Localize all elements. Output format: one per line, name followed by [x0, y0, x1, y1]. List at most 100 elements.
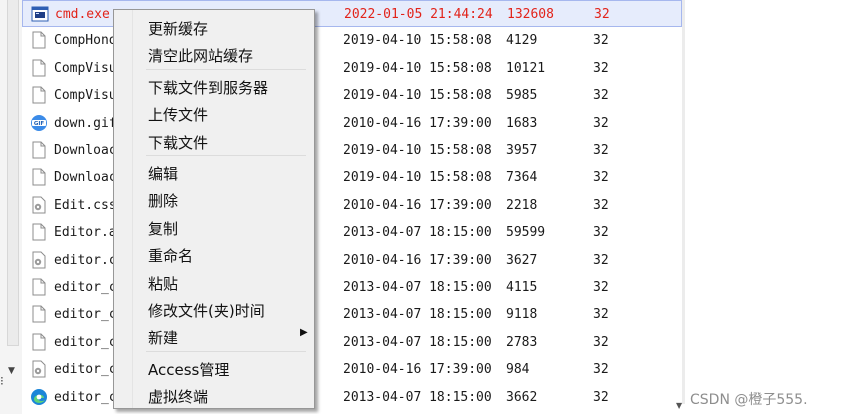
gif-icon: GIF — [30, 114, 48, 132]
menu-item-delete[interactable]: 删除 — [114, 185, 314, 212]
gear-file-icon — [30, 360, 48, 378]
file-icon — [30, 59, 48, 77]
file-size: 10121 — [506, 60, 546, 76]
file-size: 4115 — [506, 280, 538, 295]
menu-item-paste[interactable]: 粘贴 — [114, 268, 314, 295]
file-attributes: 32 — [594, 7, 610, 22]
left-scrollbar-track[interactable] — [7, 0, 19, 346]
menu-item-label: 上传文件 — [148, 106, 209, 125]
file-attributes: 32 — [593, 252, 609, 268]
file-attributes: 32 — [593, 88, 609, 104]
file-size: 984 — [506, 362, 530, 378]
file-icon — [30, 31, 48, 49]
file-attributes: 32 — [593, 307, 609, 323]
menu-item-modify-time[interactable]: 修改文件(夹)时间 — [114, 295, 314, 322]
file-size: 2218 — [506, 197, 538, 213]
menu-item-copy[interactable]: 复制 — [114, 213, 314, 240]
file-attributes: 32 — [593, 143, 609, 158]
submenu-arrow-icon: ▶ — [300, 327, 308, 339]
file-modified-date: 2022-01-05 21:44:24 — [344, 7, 493, 22]
file-attributes: 32 — [593, 225, 609, 241]
file-attributes: 32 — [593, 33, 609, 49]
file-icon — [30, 141, 48, 159]
menu-separator — [146, 350, 306, 352]
list-scroll-down-icon[interactable]: ▼ — [676, 401, 682, 410]
file-size: 4129 — [506, 33, 538, 49]
file-modified-date: 2019-04-10 15:58:08 — [343, 60, 492, 76]
menu-item-virtual-terminal[interactable]: 虚拟终端 — [114, 381, 314, 408]
file-attributes: 32 — [593, 115, 609, 131]
watermark: CSDN @橙子555. — [690, 392, 808, 408]
gear-file-icon — [30, 251, 48, 269]
menu-item-label: 编辑 — [148, 165, 179, 183]
file-attributes: 32 — [593, 389, 609, 405]
left-panel-scrollbar[interactable]: ▼ ⁝ — [0, 0, 22, 414]
file-modified-date: 2013-04-07 18:15:00 — [343, 334, 492, 350]
menu-item-label: 粘贴 — [148, 274, 179, 293]
file-size: 7364 — [506, 170, 538, 186]
menu-item-label: 清空此网站缓存 — [148, 47, 254, 66]
menu-item-label: 删除 — [148, 192, 179, 211]
file-modified-date: 2013-04-07 18:15:00 — [343, 280, 492, 295]
menu-item-clear-site-cache[interactable]: 清空此网站缓存 — [114, 40, 314, 67]
menu-item-rename[interactable]: 重命名 — [114, 240, 314, 267]
menu-item-label: Access管理 — [148, 360, 230, 379]
file-size: 1683 — [506, 115, 538, 131]
menu-separator — [146, 155, 306, 156]
file-icon — [30, 333, 48, 351]
file-size: 5985 — [506, 88, 538, 104]
right-area: ▼ — [676, 0, 860, 414]
file-icon — [30, 86, 48, 104]
menu-item-label: 下载文件到服务器 — [148, 78, 269, 97]
menu-item-label: 下载文件 — [148, 133, 209, 152]
menu-item-label: 复制 — [148, 219, 179, 238]
file-attributes: 32 — [593, 170, 609, 186]
file-modified-date: 2010-04-16 17:39:00 — [343, 362, 492, 378]
file-modified-date: 2010-04-16 17:39:00 — [343, 115, 492, 131]
menu-item-label: 更新缓存 — [148, 20, 209, 38]
file-modified-date: 2019-04-10 15:58:08 — [343, 170, 492, 186]
file-size: 2783 — [506, 334, 538, 350]
file-icon — [30, 168, 48, 186]
file-attributes: 32 — [593, 334, 609, 350]
file-size: 3627 — [506, 252, 538, 268]
splitter-grip-icon[interactable]: ⁝ — [0, 374, 4, 388]
file-size: 132608 — [507, 7, 554, 22]
file-modified-date: 2019-04-10 15:58:08 — [343, 88, 492, 104]
scroll-down-arrow-icon[interactable]: ▼ — [8, 366, 15, 376]
context-menu: 更新缓存清空此网站缓存 下载文件到服务器 上传文件下载文件编辑删除复制重命名粘贴修改… — [113, 9, 315, 409]
menu-item-edit[interactable]: 编辑 — [114, 158, 314, 185]
file-attributes: 32 — [593, 280, 609, 295]
menu-item-new[interactable]: 新建 ▶ — [114, 322, 314, 349]
file-modified-date: 2010-04-16 17:39:00 — [343, 252, 492, 268]
menu-item-access-manager[interactable]: Access管理 — [114, 354, 314, 381]
file-size: 3662 — [506, 389, 538, 405]
menu-item-upload-file[interactable]: 上传文件 — [114, 99, 314, 126]
file-attributes: 32 — [593, 362, 609, 378]
file-size: 9118 — [506, 307, 538, 323]
gear-file-icon — [30, 196, 48, 214]
file-size: 59599 — [506, 225, 546, 241]
menu-item-download-file[interactable]: 下载文件 — [114, 127, 314, 154]
file-modified-date: 2013-04-07 18:15:00 — [343, 389, 492, 405]
file-icon — [30, 223, 48, 241]
file-attributes: 32 — [593, 60, 609, 76]
file-icon — [30, 305, 48, 323]
file-modified-date: 2013-04-07 18:15:00 — [343, 307, 492, 323]
file-modified-date: 2019-04-10 15:58:08 — [343, 33, 492, 49]
file-size: 3957 — [506, 143, 538, 158]
file-modified-date: 2013-04-07 18:15:00 — [343, 225, 492, 241]
menu-item-label: 虚拟终端 — [148, 388, 209, 407]
file-icon — [30, 278, 48, 296]
svg-text:GIF: GIF — [34, 121, 45, 127]
menu-item-label: 重命名 — [148, 247, 194, 266]
menu-item-label: 修改文件(夹)时间 — [148, 302, 265, 320]
menu-item-download-to-server[interactable]: 下载文件到服务器 — [114, 72, 314, 99]
menu-item-refresh-cache[interactable]: 更新缓存 — [114, 13, 314, 40]
file-modified-date: 2010-04-16 17:39:00 — [343, 197, 492, 213]
list-scrollbar[interactable] — [682, 0, 685, 404]
exe-icon — [31, 5, 49, 23]
menu-item-label: 新建 — [148, 329, 179, 348]
edge-icon — [30, 388, 48, 406]
file-attributes: 32 — [593, 197, 609, 213]
